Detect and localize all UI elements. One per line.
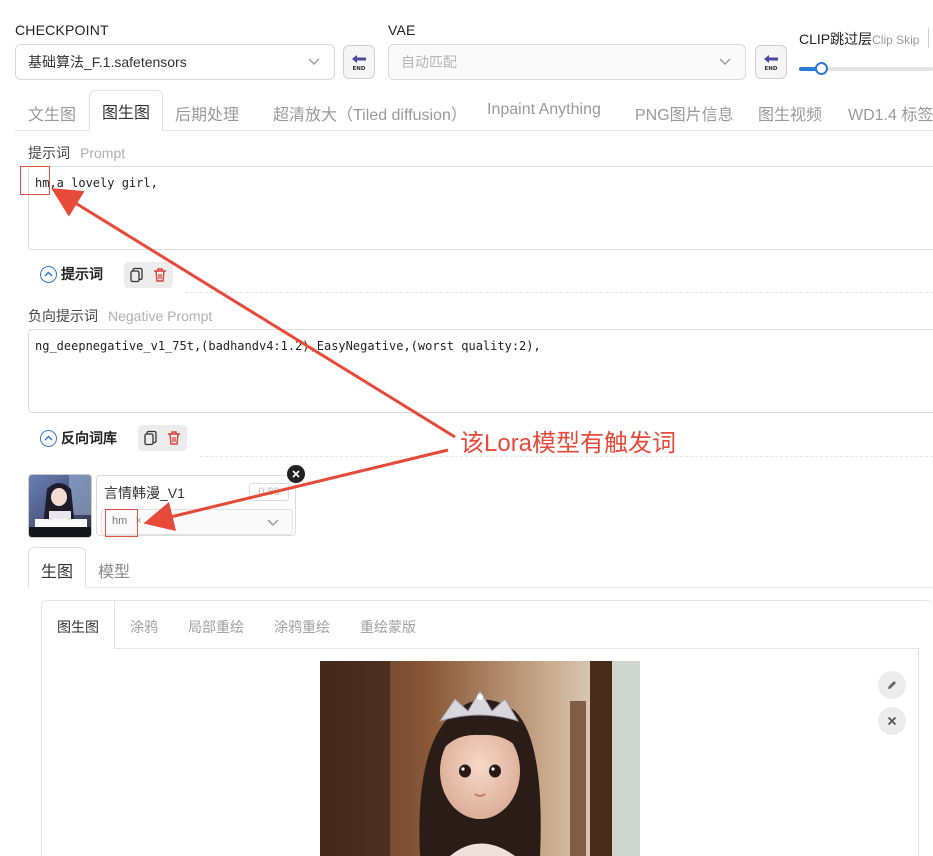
arrow-to-lora-tag [143,448,449,532]
arrow-to-prompt [51,188,456,439]
annotation-text: 该Lora模型有触发词 [460,430,677,457]
